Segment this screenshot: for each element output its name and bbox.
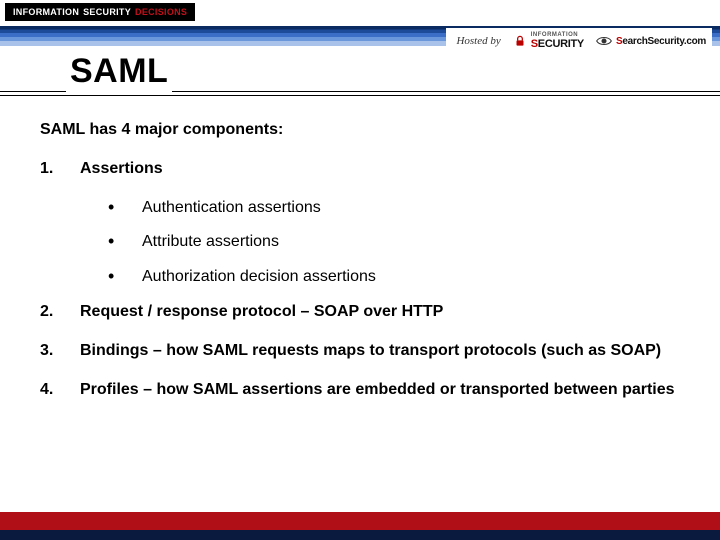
slide-body: SAML has 4 major components: 1. Assertio…: [40, 118, 680, 416]
host2-rest: earchSecurity: [622, 36, 684, 47]
host1-rest: ECURITY: [538, 38, 584, 50]
brand-word-1: INFORMATION: [13, 7, 79, 17]
host-logo-security: INFORMATION SECURITY: [513, 32, 584, 50]
bullet-icon: •: [108, 265, 142, 285]
hosted-by-label: Hosted by: [456, 35, 500, 47]
title-underline: SAML: [0, 52, 720, 100]
item-number: 1.: [40, 157, 80, 182]
brand-word-3: DECISIONS: [135, 7, 187, 17]
brand-badge: INFORMATION SECURITY DECISIONS: [5, 3, 195, 21]
footer-navy-stripe: [0, 530, 720, 540]
item-text: Request / response protocol – SOAP over …: [80, 300, 443, 325]
list-item: 3. Bindings – how SAML requests maps to …: [40, 339, 680, 364]
bullet-icon: •: [108, 196, 142, 216]
item-text: Profiles – how SAML assertions are embed…: [80, 378, 675, 403]
component-list-cont: 2. Request / response protocol – SOAP ov…: [40, 300, 680, 402]
host-logo-searchsecurity: SearchSecurity.com: [596, 35, 706, 47]
hosted-by: Hosted by INFORMATION SECURITY: [446, 28, 712, 54]
item-text: Bindings – how SAML requests maps to tra…: [80, 339, 661, 364]
item-number: 2.: [40, 300, 80, 325]
list-item: •Authentication assertions: [108, 196, 680, 221]
list-item: 2. Request / response protocol – SOAP ov…: [40, 300, 680, 325]
footer-red-stripe: [0, 512, 720, 530]
brand-word-2: SECURITY: [83, 7, 131, 17]
slide-title: SAML: [70, 52, 168, 95]
list-item: 4. Profiles – how SAML assertions are em…: [40, 378, 680, 403]
sub-text: Authorization decision assertions: [142, 265, 376, 290]
eye-icon: [596, 35, 612, 47]
sub-text: Authentication assertions: [142, 196, 321, 221]
list-item: •Authorization decision assertions: [108, 265, 680, 290]
bullet-icon: •: [108, 230, 142, 250]
item-text: Assertions: [80, 157, 163, 182]
lock-icon: [513, 34, 527, 48]
host2-suffix: .com: [684, 36, 706, 47]
assertion-sublist: •Authentication assertions •Attribute as…: [108, 196, 680, 290]
item-number: 4.: [40, 378, 80, 403]
list-item: 1. Assertions: [40, 157, 680, 182]
item-number: 3.: [40, 339, 80, 364]
slide: INFORMATION SECURITY DECISIONS SAML Host…: [0, 0, 720, 540]
footer-bar: [0, 512, 720, 540]
lead-text: SAML has 4 major components:: [40, 118, 680, 143]
list-item: •Attribute assertions: [108, 230, 680, 255]
component-list: 1. Assertions: [40, 157, 680, 182]
sub-text: Attribute assertions: [142, 230, 279, 255]
